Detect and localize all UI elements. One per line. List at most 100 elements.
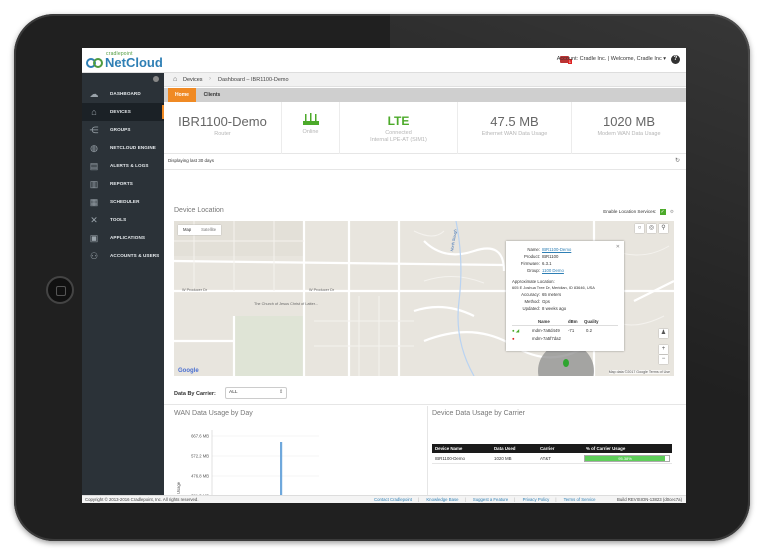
collapse-sidebar-icon[interactable]	[153, 76, 159, 82]
breadcrumb-separator-icon: ›	[209, 76, 211, 82]
footer-separator: |	[417, 497, 420, 502]
popup-address: 605 E Joshua Tree Dr, Meridian, ID 83646…	[512, 285, 595, 290]
footer-link-terms[interactable]: Terms of Service	[564, 497, 596, 502]
sidebar-item-scheduler[interactable]: ▦ SCHEDULER	[82, 193, 164, 211]
wan-usage-chart: 667.6 MB572.2 MB476.8 MB381.5 MB286.1 MB…	[174, 428, 424, 503]
router-icon: ⌂	[173, 76, 178, 83]
sidebar: ☁ DASHBOARD ⌂ DEVICES ⋲ GROUPS ◍ NETCLOUD ENGIN…	[82, 73, 164, 495]
router-label: Router	[214, 131, 231, 137]
device-map[interactable]: Map Satellite The Church of Jesus Christ …	[174, 221, 674, 376]
popup-method: Gps	[542, 299, 550, 304]
map-control-circle-icon[interactable]: ○	[635, 224, 644, 233]
sidebar-item-groups[interactable]: ⋲ GROUPS	[82, 121, 164, 139]
breadcrumb-devices[interactable]: Devices	[183, 77, 203, 83]
sidebar-item-netcloud-engine[interactable]: ◍ NETCLOUD ENGINE	[82, 139, 164, 157]
carrier-filter-value: ALL	[229, 390, 238, 395]
sidebar-item-label: DEVICES	[110, 109, 131, 114]
sidebar-item-label: ACCOUNTS & USERS	[110, 253, 160, 258]
footer-link-privacy[interactable]: Privacy Policy	[523, 497, 550, 502]
modem-usage-label: Modem WAN Data Usage	[597, 131, 661, 137]
popup-approx-label: Approximate Location:	[512, 279, 555, 284]
document-icon: ▥	[89, 179, 99, 189]
logo-mark-icon	[86, 58, 103, 68]
google-logo: Google	[178, 368, 199, 374]
clipboard-icon: ▤	[89, 161, 99, 171]
sidebar-item-tools[interactable]: ✕ TOOLS	[82, 211, 164, 229]
zoom-out-icon[interactable]: −	[659, 355, 668, 364]
map-type-toggle[interactable]: Map Satellite	[178, 225, 222, 235]
popup-modem-row: ● ◢ mdm-7a8d449 -71 0.2	[512, 328, 592, 334]
popup-updated-label: Updated:	[522, 306, 540, 311]
popup-product-label: Product:	[523, 254, 540, 259]
satellite-tab[interactable]: Satellite	[196, 225, 221, 235]
build-info: Build REVISION-13823 (d0cec7a)	[617, 497, 682, 502]
top-bar: cradlepoint NetCloud 1 Account: Cradle I…	[82, 48, 686, 73]
account-menu[interactable]: Account: Cradle Inc. | Welcome, Cradle I…	[557, 56, 666, 62]
popup-name-label: Name:	[527, 247, 540, 252]
sidebar-item-reports[interactable]: ▥ REPORTS	[82, 175, 164, 193]
tab-clients[interactable]: Clients	[198, 88, 226, 102]
location-services-toggle[interactable]: Enable Location Services: ✓ ⚙	[603, 209, 674, 215]
popup-name-link[interactable]: IBR1100-Demo	[542, 247, 571, 252]
popup-group-link[interactable]: 1100 Demo	[542, 268, 564, 273]
th-percent: % of Carrier Usage	[586, 446, 626, 451]
popup-modem-name: mdm-7a8d449	[532, 328, 560, 333]
popup-modem-quality: 0.2	[586, 328, 592, 333]
device-summary: IBR1100-Demo Router Online LTE Connected…	[164, 102, 686, 154]
sidebar-item-alerts-logs[interactable]: ▤ ALERTS & LOGS	[82, 157, 164, 175]
main-content: ⌂ Devices › Dashboard – IBR1100-Demo Hom…	[164, 73, 686, 503]
map-label-church: The Church of Jesus Christ of Latter...	[254, 302, 318, 306]
sidebar-item-label: ALERTS & LOGS	[110, 163, 149, 168]
device-location-pin-icon[interactable]	[563, 359, 569, 367]
location-services-label: Enable Location Services:	[603, 209, 657, 214]
map-location-marker-icon[interactable]: ⚲	[659, 224, 668, 233]
th-data: Data Used	[494, 446, 516, 451]
close-icon[interactable]: ✕	[616, 244, 620, 250]
popup-table-header: Name dBm Quality	[538, 319, 599, 324]
map-control-locate-icon[interactable]: ◎	[647, 224, 656, 233]
popup-modem-row: ● mdm-7a5f7da2	[512, 336, 561, 341]
sidebar-item-applications[interactable]: ▣ APPLICATIONS	[82, 229, 164, 247]
popup-firmware-label: Firmware:	[520, 261, 540, 266]
wan-usage-chart-svg: 667.6 MB572.2 MB476.8 MB381.5 MB286.1 MB…	[176, 430, 379, 503]
netcloud-logo[interactable]: cradlepoint NetCloud	[86, 51, 176, 71]
carrier-table-title: Device Data Usage by Carrier	[432, 410, 525, 417]
table-header: Device Name Data Used Carrier % of Carri…	[432, 444, 672, 453]
map-tab[interactable]: Map	[178, 225, 196, 235]
y-tick-label: 667.6 MB	[191, 434, 209, 439]
signal-icon: ◢	[514, 328, 520, 333]
location-services-checkbox[interactable]: ✓	[659, 209, 666, 215]
street-view-pegman-icon[interactable]: ♟	[659, 329, 668, 338]
refresh-icon[interactable]: ↻	[675, 157, 680, 164]
carrier-usage-bar: 95.38%	[584, 455, 670, 462]
footer-link-suggest[interactable]: Suggest a Feature	[473, 497, 508, 502]
apps-icon: ▣	[89, 233, 99, 243]
connection-stat: LTE Connected Internal LPE-AT (SIM1)	[340, 102, 458, 154]
footer-separator: |	[555, 497, 557, 502]
map-label-street1: W Producer Dr	[182, 288, 208, 292]
ethernet-usage-label: Ethernet WAN Data Usage	[481, 131, 548, 137]
sidebar-item-dashboard[interactable]: ☁ DASHBOARD	[82, 85, 164, 103]
help-icon[interactable]: ?	[671, 55, 680, 64]
popup-th-dbm: dBm	[568, 319, 578, 324]
bar-lte	[280, 442, 283, 503]
table-row[interactable]: IBR1100-Demo 1020 MB AT&T 95.38%	[432, 453, 672, 464]
footer-link-kb[interactable]: Knowledge Base	[426, 497, 458, 502]
tab-home[interactable]: Home	[168, 88, 196, 102]
footer-links: Contact Cradlepoint | Knowledge Base | Sug…	[374, 497, 602, 502]
device-info-popup: ✕ Name: IBR1100-Demo Product: IBR1100 Firm…	[506, 241, 624, 351]
sidebar-item-label: TOOLS	[110, 217, 127, 222]
popup-method-label: Method:	[524, 299, 540, 304]
sidebar-item-accounts-users[interactable]: ⚇ ACCOUNTS & USERS	[82, 247, 164, 265]
divider	[164, 169, 686, 170]
sidebar-item-devices[interactable]: ⌂ DEVICES	[82, 103, 164, 121]
carrier-filter-select[interactable]: ALL ⇕	[225, 387, 287, 399]
y-tick-label: 476.8 MB	[191, 474, 209, 479]
map-attribution[interactable]: Map data ©2017 Google Terms of Use	[608, 370, 670, 374]
footer: Copyright © 2013-2016 Cradlepoint, Inc. …	[82, 495, 686, 503]
users-icon: ⚇	[89, 251, 99, 261]
gear-icon[interactable]: ⚙	[670, 209, 674, 214]
footer-link-contact[interactable]: Contact Cradlepoint	[374, 497, 412, 502]
tab-bar: Home Clients	[164, 88, 686, 102]
zoom-in-icon[interactable]: +	[659, 345, 668, 354]
